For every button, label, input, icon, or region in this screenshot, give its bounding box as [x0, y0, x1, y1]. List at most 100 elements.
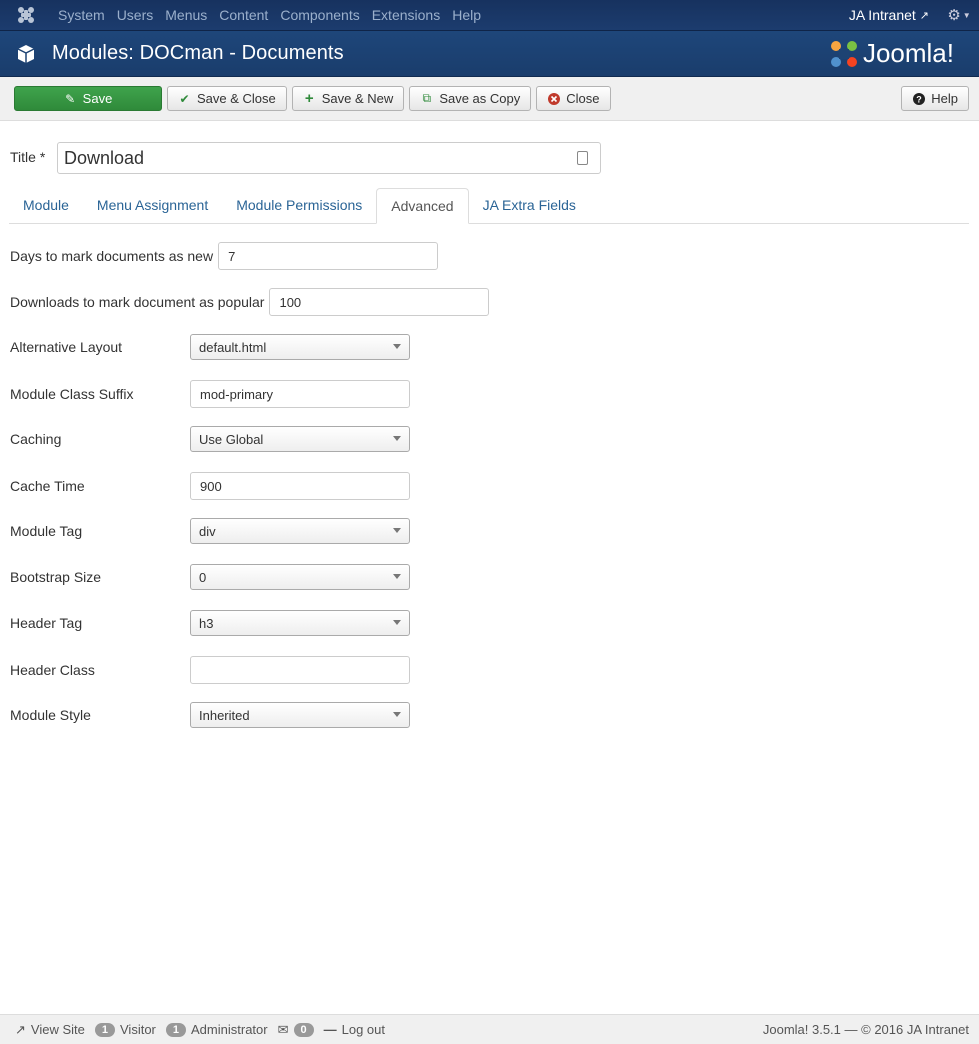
top-nav-bar: System Users Menus Content Components Ex… [0, 0, 979, 31]
svg-text:?: ? [916, 94, 922, 104]
user-menu[interactable]: ⚙ ▼ [939, 6, 979, 24]
menu-menus[interactable]: Menus [159, 0, 213, 31]
module-tag-label: Module Tag [10, 523, 83, 539]
caret-down-icon [393, 436, 401, 441]
joomla-logo-icon[interactable] [0, 0, 52, 31]
module-style-label: Module Style [10, 707, 91, 723]
menu-content[interactable]: Content [213, 0, 274, 31]
caret-down-icon [393, 574, 401, 579]
title-value: Download [64, 147, 145, 168]
edit-icon: ✎ [65, 91, 76, 106]
header-class-input[interactable] [190, 656, 410, 684]
cache-time-row: Cache Time 900 [10, 472, 410, 500]
save-close-button[interactable]: ✔ Save & Close [167, 86, 287, 111]
visitor-status: 1 Visitor [94, 1022, 156, 1037]
save-label: Save [82, 91, 113, 106]
menu-users[interactable]: Users [111, 0, 160, 31]
tab-module[interactable]: Module [9, 188, 83, 223]
header-class-label: Header Class [10, 662, 95, 678]
module-tag-select[interactable]: div [190, 518, 410, 544]
gear-icon: ⚙ [947, 7, 961, 24]
brand-text: Joomla! [862, 38, 954, 68]
view-site-link[interactable]: ↗ View Site [15, 1022, 85, 1038]
logout-link[interactable]: — Log out [324, 1022, 385, 1037]
cache-time-value: 900 [200, 478, 222, 494]
save-new-button[interactable]: + Save & New [291, 86, 405, 111]
status-footer: ↗ View Site 1 Visitor 1 Administrator ✉ … [0, 1014, 979, 1044]
caching-select[interactable]: Use Global [190, 426, 410, 452]
external-link-icon: ↗ [919, 9, 929, 22]
class-suffix-value: mod-primary [200, 386, 273, 402]
downloads-popular-value: 100 [279, 294, 302, 310]
menu-help[interactable]: Help [446, 0, 487, 31]
cache-time-input[interactable]: 900 [190, 472, 410, 500]
bootstrap-size-row: Bootstrap Size 0 [10, 564, 410, 590]
days-new-input[interactable]: 7 [218, 242, 439, 270]
alt-layout-label: Alternative Layout [10, 339, 123, 355]
page-header: Modules: DOCman - Documents Joomla! [0, 31, 979, 77]
save-close-label: Save & Close [197, 91, 276, 106]
menu-system[interactable]: System [52, 0, 111, 31]
top-menu: System Users Menus Content Components Ex… [52, 0, 487, 31]
days-new-label: Days to mark documents as new [10, 248, 214, 264]
days-new-row: Days to mark documents as new 7 [10, 242, 439, 270]
help-button[interactable]: ? Help [901, 86, 969, 111]
save-copy-label: Save as Copy [439, 91, 521, 106]
days-new-value: 7 [228, 248, 236, 264]
caching-row: Caching Use Global [10, 426, 410, 452]
menu-extensions[interactable]: Extensions [366, 0, 446, 31]
caret-down-icon [393, 344, 401, 349]
class-suffix-row: Module Class Suffix mod-primary [10, 380, 410, 408]
module-style-select[interactable]: Inherited [190, 702, 410, 728]
bootstrap-size-value: 0 [199, 569, 207, 585]
save-new-label: Save & New [321, 91, 394, 106]
messages-count-badge: 0 [293, 1022, 314, 1037]
caret-down-icon [393, 712, 401, 717]
tab-ja-extra-fields[interactable]: JA Extra Fields [469, 188, 590, 223]
save-button[interactable]: ✎ Save [14, 86, 162, 111]
bootstrap-size-select[interactable]: 0 [190, 564, 410, 590]
toolbar: ✎ Save ✔ Save & Close + Save & New ⧉ Sav… [0, 77, 979, 121]
version-text: Joomla! 3.5.1 — © 2016 JA Intranet [762, 1022, 969, 1037]
messages-link[interactable]: ✉ 0 [278, 1022, 314, 1038]
module-style-row: Module Style Inherited [10, 702, 410, 728]
downloads-popular-label: Downloads to mark document as popular [10, 294, 265, 310]
header-tag-value: h3 [199, 615, 214, 631]
tab-advanced[interactable]: Advanced [376, 188, 469, 224]
header-tag-label: Header Tag [10, 615, 83, 631]
admin-status: 1 Administrator [165, 1022, 268, 1037]
module-tag-row: Module Tag div [10, 518, 410, 544]
admin-count-badge: 1 [165, 1022, 187, 1037]
module-tag-value: div [199, 523, 216, 539]
joomla-brand-logo: Joomla! [829, 38, 954, 69]
close-button[interactable]: Close [536, 86, 611, 111]
downloads-popular-row: Downloads to mark document as popular 10… [10, 288, 490, 316]
logout-label: Log out [341, 1022, 385, 1037]
menu-components[interactable]: Components [274, 0, 365, 31]
site-link[interactable]: JA Intranet ↗ [839, 7, 939, 23]
save-copy-button[interactable]: ⧉ Save as Copy [409, 86, 532, 111]
caching-label: Caching [10, 431, 62, 447]
page-title: Modules: DOCman - Documents [52, 42, 344, 64]
copy-icon: ⧉ [422, 91, 432, 105]
class-suffix-label: Module Class Suffix [10, 386, 134, 402]
alt-layout-value: default.html [199, 339, 267, 355]
class-suffix-input[interactable]: mod-primary [190, 380, 410, 408]
close-icon [547, 92, 560, 105]
caching-value: Use Global [199, 431, 264, 447]
plus-icon: + [304, 90, 314, 107]
tab-module-permissions[interactable]: Module Permissions [222, 188, 376, 223]
tab-menu-assignment[interactable]: Menu Assignment [83, 188, 222, 223]
alt-layout-select[interactable]: default.html [190, 334, 410, 360]
site-name: JA Intranet [848, 7, 916, 23]
header-tag-select[interactable]: h3 [190, 610, 410, 636]
title-label: Title * [10, 149, 46, 165]
header-class-row: Header Class [10, 656, 410, 684]
title-input[interactable]: Download [57, 142, 601, 174]
caret-down-icon [393, 620, 401, 625]
module-style-value: Inherited [199, 707, 250, 723]
title-row: Title * Download [10, 142, 601, 174]
header-tag-row: Header Tag h3 [10, 610, 410, 636]
cache-time-label: Cache Time [10, 478, 85, 494]
downloads-popular-input[interactable]: 100 [269, 288, 490, 316]
